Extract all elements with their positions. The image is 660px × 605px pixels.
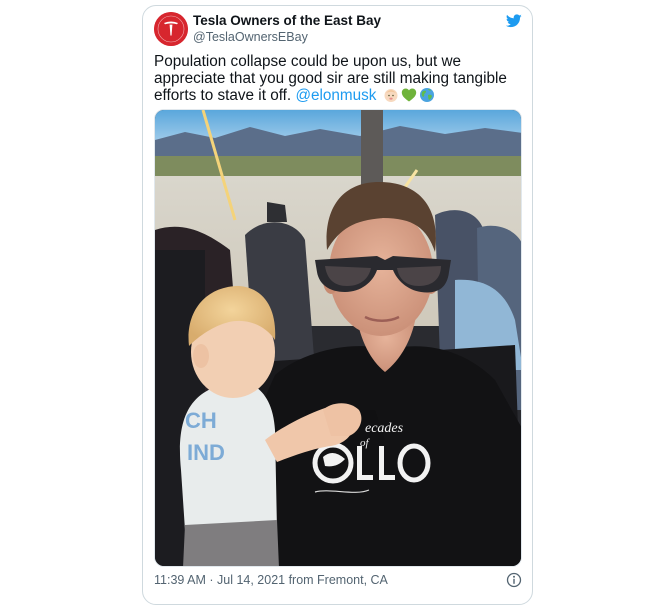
info-icon[interactable] <box>506 572 522 593</box>
user-handle[interactable]: @TeslaOwnersEBay <box>193 30 308 45</box>
twitter-bird-icon[interactable] <box>505 14 522 33</box>
svg-text:CH: CH <box>185 408 217 433</box>
svg-text:IND: IND <box>187 440 225 465</box>
tweet-timestamp[interactable]: 11:39 AM · Jul 14, 2021 from Fremont, CA <box>154 573 388 588</box>
tesla-logo-icon <box>154 12 188 46</box>
display-name[interactable]: Tesla Owners of the East Bay <box>193 13 381 29</box>
green-heart-icon <box>401 87 417 107</box>
mention-link[interactable]: @elonmusk <box>295 87 376 104</box>
tweet-text: Population collapse could be upon us, bu… <box>154 53 519 107</box>
tweet-photo[interactable]: Fi ecades of CH IND <box>154 109 522 567</box>
svg-text:ecades: ecades <box>365 421 404 436</box>
photo-image: Fi ecades of CH IND <box>155 110 521 566</box>
baby-icon <box>383 87 399 107</box>
avatar[interactable] <box>154 12 188 46</box>
globe-icon <box>419 87 435 107</box>
